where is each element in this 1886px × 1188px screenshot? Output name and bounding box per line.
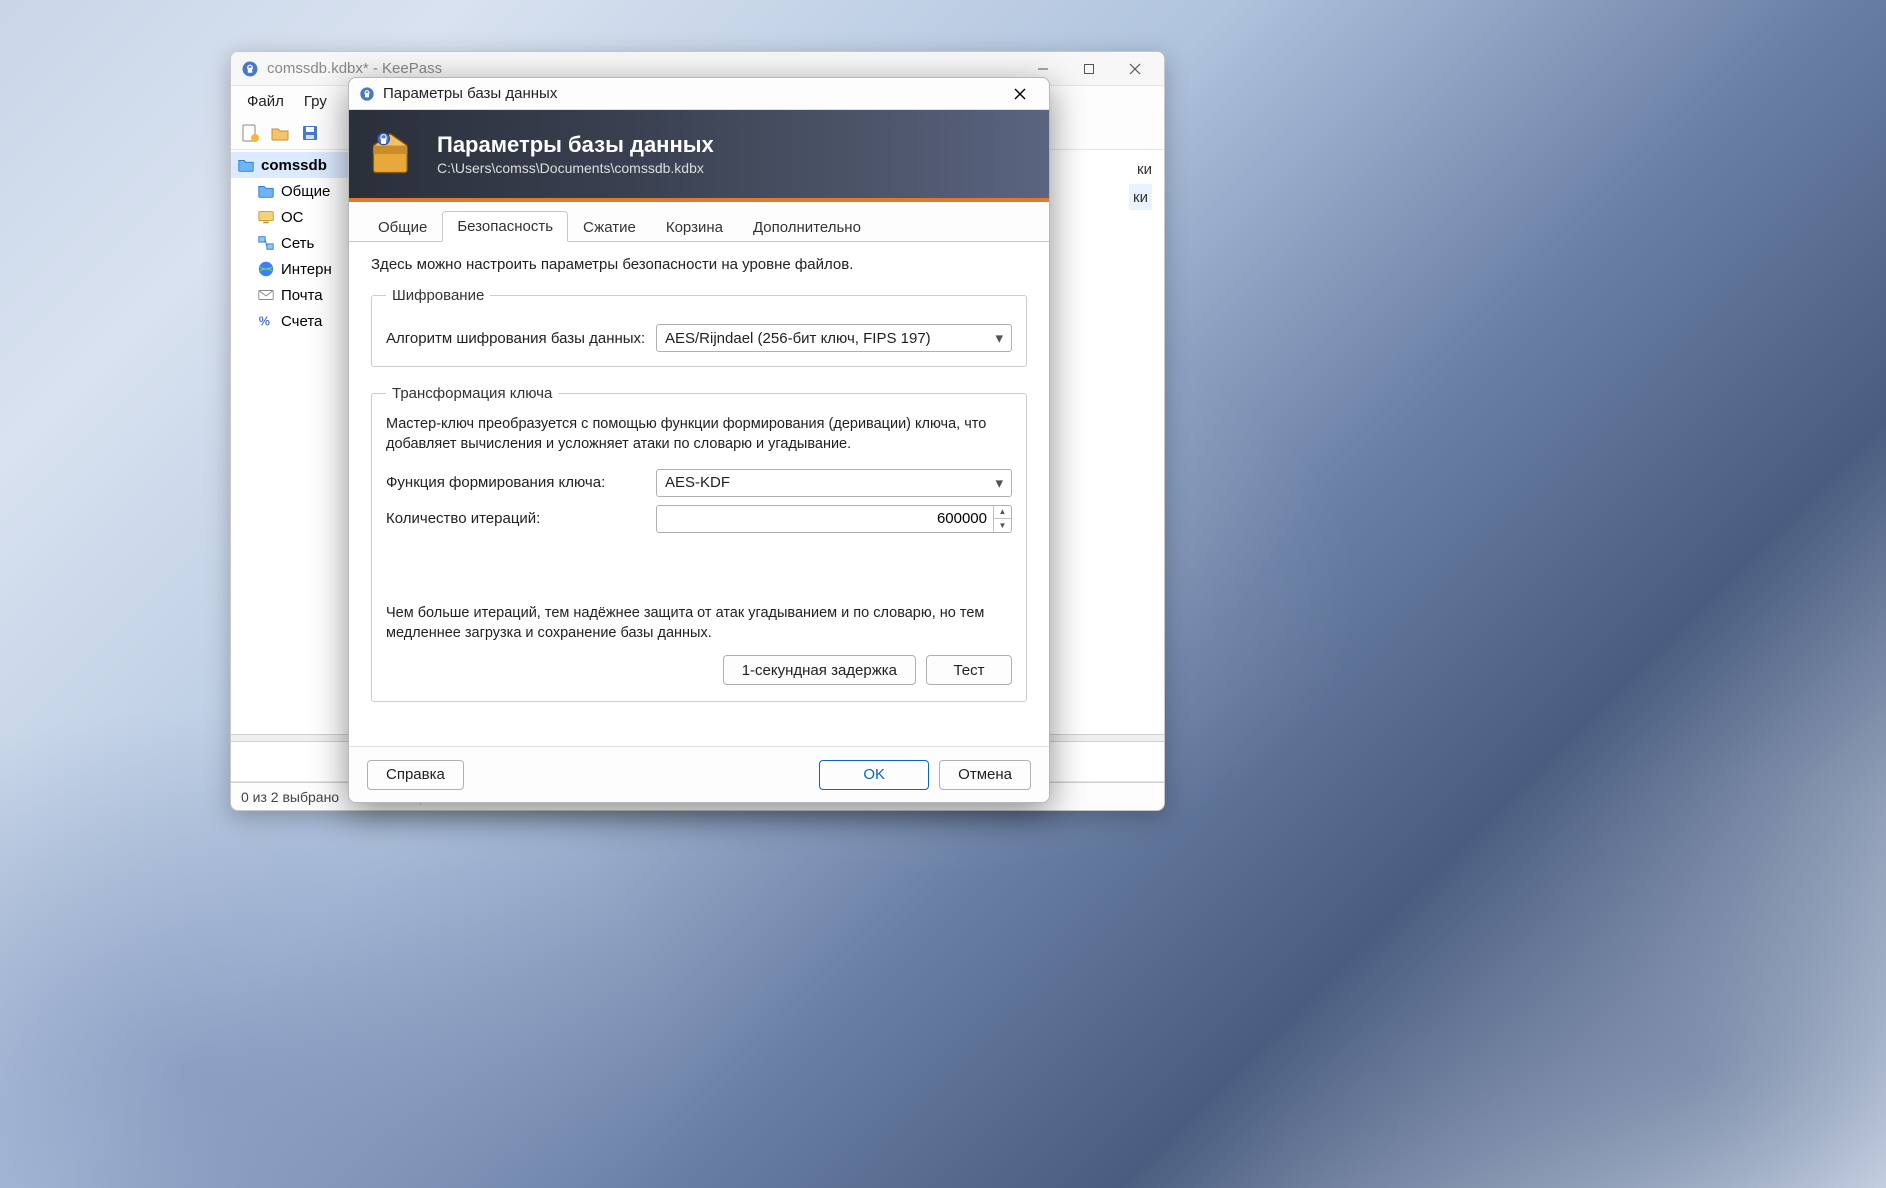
dialog-header-banner: Параметры базы данных C:\Users\comss\Doc… xyxy=(349,110,1049,202)
toolbar-new-icon[interactable] xyxy=(237,120,263,146)
toolbar-open-icon[interactable] xyxy=(267,120,293,146)
help-button[interactable]: Справка xyxy=(367,760,464,790)
security-description: Здесь можно настроить параметры безопасн… xyxy=(371,256,1027,273)
svg-text:%: % xyxy=(259,315,270,329)
toolbar-save-icon[interactable] xyxy=(297,120,323,146)
tree-item-general[interactable]: Общие xyxy=(231,178,350,204)
dialog-content: Здесь можно настроить параметры безопасн… xyxy=(349,242,1049,746)
spinner-down-button[interactable]: ▼ xyxy=(994,519,1011,532)
dialog-titlebar[interactable]: Параметры базы данных xyxy=(349,78,1049,110)
dialog-heading: Параметры базы данных xyxy=(437,132,714,158)
encryption-group: Шифрование Алгоритм шифрования базы данн… xyxy=(371,287,1027,367)
dialog-header-text: Параметры базы данных C:\Users\comss\Doc… xyxy=(437,132,714,176)
dialog-subtitle: C:\Users\comss\Documents\comssdb.kdbx xyxy=(437,160,714,176)
database-settings-dialog: Параметры базы данных Параметры базы дан… xyxy=(348,77,1050,803)
folder-open-icon xyxy=(237,156,255,174)
iterations-spinner[interactable]: ▲ ▼ xyxy=(656,505,1012,533)
maximize-button[interactable] xyxy=(1066,54,1112,84)
chevron-down-icon: ▾ xyxy=(995,474,1003,492)
chevron-down-icon: ▾ xyxy=(995,329,1003,347)
encryption-legend: Шифрование xyxy=(386,287,490,304)
list-cell-fragment: ки xyxy=(1137,156,1152,182)
tree-root-label: comssdb xyxy=(261,157,327,174)
tree-item-mail[interactable]: Почта xyxy=(231,282,350,308)
network-icon xyxy=(257,234,275,252)
one-second-delay-button[interactable]: 1-секундная задержка xyxy=(723,655,916,685)
kdf-top-note: Мастер-ключ преобразуется с помощью функ… xyxy=(386,414,1012,455)
dialog-close-button[interactable] xyxy=(997,80,1043,108)
kdf-function-select[interactable]: AES-KDF ▾ xyxy=(656,469,1012,497)
dialog-tabs: Общие Безопасность Сжатие Корзина Дополн… xyxy=(349,206,1049,242)
tree-item-accounts[interactable]: % Счета xyxy=(231,308,350,334)
kdf-function-value: AES-KDF xyxy=(665,474,730,491)
mail-icon xyxy=(257,286,275,304)
tree-item-internet[interactable]: Интерн xyxy=(231,256,350,282)
tree-item-label: ОС xyxy=(281,209,304,226)
main-window-title: comssdb.kdbx* - KeePass xyxy=(267,60,1020,77)
group-tree[interactable]: comssdb Общие ОС Сеть Интерн Почта xyxy=(231,150,351,734)
iterations-input[interactable] xyxy=(657,506,993,532)
tree-item-label: Сеть xyxy=(281,235,314,252)
spinner-up-button[interactable]: ▲ xyxy=(994,506,1011,520)
tab-advanced[interactable]: Дополнительно xyxy=(738,212,876,242)
tree-item-label: Интерн xyxy=(281,261,332,278)
list-cell-fragment: ки xyxy=(1129,184,1152,210)
tab-general[interactable]: Общие xyxy=(363,212,442,242)
folder-icon xyxy=(257,182,275,200)
test-button[interactable]: Тест xyxy=(926,655,1012,685)
kdf-function-label: Функция формирования ключа: xyxy=(386,474,646,491)
tree-item-label: Почта xyxy=(281,287,323,304)
dialog-footer: Справка OK Отмена xyxy=(349,746,1049,802)
tree-item-label: Счета xyxy=(281,313,322,330)
os-icon xyxy=(257,208,275,226)
iterations-label: Количество итераций: xyxy=(386,510,646,527)
tab-compression[interactable]: Сжатие xyxy=(568,212,651,242)
encryption-algo-label: Алгоритм шифрования базы данных: xyxy=(386,330,646,347)
percent-icon: % xyxy=(257,312,275,330)
ok-button[interactable]: OK xyxy=(819,760,929,790)
encryption-algo-value: AES/Rijndael (256-бит ключ, FIPS 197) xyxy=(665,330,931,347)
keepass-app-icon xyxy=(241,60,259,78)
tree-item-os[interactable]: ОС xyxy=(231,204,350,230)
tab-recycle-bin[interactable]: Корзина xyxy=(651,212,738,242)
key-transform-group: Трансформация ключа Мастер-ключ преобраз… xyxy=(371,385,1027,702)
tab-security[interactable]: Безопасность xyxy=(442,211,568,242)
menu-group[interactable]: Гру xyxy=(294,90,337,113)
tree-item-label: Общие xyxy=(281,183,330,200)
menu-file[interactable]: Файл xyxy=(237,90,294,113)
globe-icon xyxy=(257,260,275,278)
close-button[interactable] xyxy=(1112,54,1158,84)
cancel-button[interactable]: Отмена xyxy=(939,760,1031,790)
package-lock-icon xyxy=(365,127,419,181)
key-transform-legend: Трансформация ключа xyxy=(386,385,558,402)
tree-item-network[interactable]: Сеть xyxy=(231,230,350,256)
dialog-title: Параметры базы данных xyxy=(383,85,997,102)
encryption-algo-select[interactable]: AES/Rijndael (256-бит ключ, FIPS 197) ▾ xyxy=(656,324,1012,352)
kdf-bottom-note: Чем больше итераций, тем надёжнее защита… xyxy=(386,603,1012,644)
tree-root[interactable]: comssdb xyxy=(231,152,350,178)
lock-icon xyxy=(359,86,375,102)
